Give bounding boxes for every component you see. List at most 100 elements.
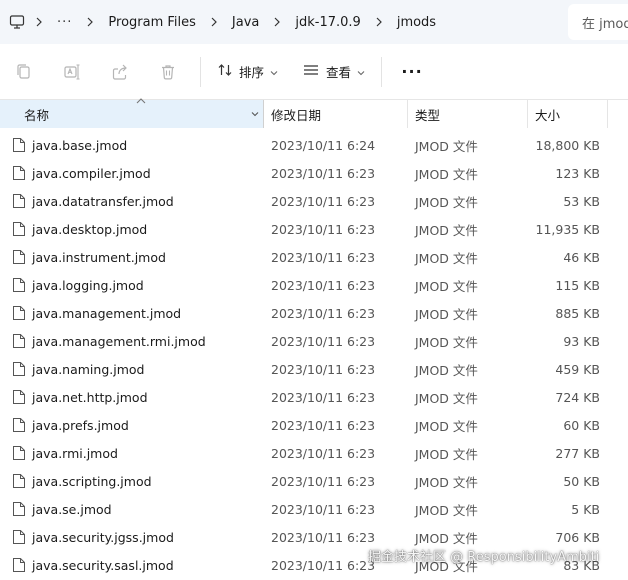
file-row[interactable]: java.se.jmod 2023/10/11 6:23 JMOD 文件 5 KB	[0, 495, 628, 523]
file-type: JMOD 文件	[415, 166, 478, 182]
file-type: JMOD 文件	[415, 446, 478, 462]
file-name-cell[interactable]: java.datatransfer.jmod	[0, 193, 264, 209]
file-icon	[12, 417, 26, 433]
file-row[interactable]: java.rmi.jmod 2023/10/11 6:23 JMOD 文件 277 K…	[0, 439, 628, 467]
file-row[interactable]: java.instrument.jmod 2023/10/11 6:23 JMOD …	[0, 243, 628, 271]
file-date: 2023/10/11 6:23	[271, 165, 376, 181]
file-icon	[12, 249, 26, 265]
file-type: JMOD 文件	[415, 306, 478, 322]
file-name-cell[interactable]: java.security.jgss.jmod	[0, 529, 264, 545]
file-date: 2023/10/11 6:23	[271, 249, 376, 265]
chevron-right-icon[interactable]	[365, 0, 393, 44]
file-icon	[12, 333, 26, 349]
copy-icon[interactable]	[0, 44, 48, 100]
file-row[interactable]: java.scripting.jmod 2023/10/11 6:23 JMOD 文…	[0, 467, 628, 495]
file-icon	[12, 193, 26, 209]
toolbar-divider	[200, 56, 201, 87]
chevron-down-icon	[270, 64, 278, 79]
computer-icon[interactable]	[9, 14, 25, 30]
file-row[interactable]: java.management.rmi.jmod 2023/10/11 6:23 J…	[0, 327, 628, 355]
column-header-date[interactable]: 修改日期	[264, 100, 408, 128]
file-name: java.instrument.jmod	[32, 249, 166, 265]
file-name-cell[interactable]: java.logging.jmod	[0, 277, 264, 293]
file-size: 706 KB	[555, 529, 600, 545]
rename-icon[interactable]	[48, 44, 96, 100]
file-row[interactable]: java.desktop.jmod 2023/10/11 6:23 JMOD 文件 1…	[0, 215, 628, 243]
file-row[interactable]: java.logging.jmod 2023/10/11 6:23 JMOD 文件 1…	[0, 271, 628, 299]
file-row[interactable]: java.datatransfer.jmod 2023/10/11 6:23 JMO…	[0, 187, 628, 215]
file-row[interactable]: java.prefs.jmod 2023/10/11 6:23 JMOD 文件 60 …	[0, 411, 628, 439]
file-type: JMOD 文件	[415, 250, 478, 266]
file-size: 50 KB	[563, 473, 600, 489]
chevron-right-icon[interactable]	[25, 0, 53, 44]
file-name-cell[interactable]: java.desktop.jmod	[0, 221, 264, 237]
file-name: java.naming.jmod	[32, 361, 145, 377]
column-header-type[interactable]: 类型	[408, 100, 528, 128]
more-options-button[interactable]: ···	[390, 56, 434, 88]
file-row[interactable]: java.management.jmod 2023/10/11 6:23 JMOD …	[0, 299, 628, 327]
share-icon[interactable]	[96, 44, 144, 100]
view-button[interactable]: 查看	[294, 56, 373, 88]
file-date: 2023/10/11 6:24	[271, 137, 376, 153]
chevron-right-icon[interactable]	[76, 0, 104, 44]
file-icon	[12, 445, 26, 461]
file-name-cell[interactable]: java.security.sasl.jmod	[0, 557, 264, 573]
file-row[interactable]: java.compiler.jmod 2023/10/11 6:23 JMOD 文件…	[0, 159, 628, 187]
column-header-name[interactable]: 名称	[0, 97, 264, 128]
file-row[interactable]: java.naming.jmod 2023/10/11 6:23 JMOD 文件 45…	[0, 355, 628, 383]
file-size: 93 KB	[563, 333, 600, 349]
delete-icon[interactable]	[144, 44, 192, 100]
file-name: java.prefs.jmod	[32, 417, 129, 433]
file-icon	[12, 361, 26, 377]
view-label: 查看	[326, 65, 352, 80]
file-icon	[12, 473, 26, 489]
column-type-label: 类型	[415, 107, 441, 123]
file-type: JMOD 文件	[415, 194, 478, 210]
file-name-cell[interactable]: java.net.http.jmod	[0, 389, 264, 405]
file-date: 2023/10/11 6:23	[271, 417, 376, 433]
column-date-label: 修改日期	[271, 107, 322, 123]
file-name-cell[interactable]: java.rmi.jmod	[0, 445, 264, 461]
file-name: java.rmi.jmod	[32, 445, 118, 461]
chevron-down-icon[interactable]	[249, 106, 261, 122]
sort-button[interactable]: 排序	[209, 56, 286, 88]
file-row[interactable]: java.base.jmod 2023/10/11 6:24 JMOD 文件 18,8…	[0, 131, 628, 159]
sort-label: 排序	[239, 65, 265, 80]
file-row[interactable]: java.net.http.jmod 2023/10/11 6:23 JMOD 文件…	[0, 383, 628, 411]
file-type: JMOD 文件	[415, 530, 478, 546]
breadcrumb-jmods[interactable]: jmods	[393, 15, 440, 30]
file-name-cell[interactable]: java.instrument.jmod	[0, 249, 264, 265]
file-size: 5 KB	[571, 501, 600, 517]
sort-ascending-icon	[136, 97, 146, 107]
column-size-label: 大小	[535, 107, 561, 123]
breadcrumb-java[interactable]: Java	[228, 15, 263, 30]
breadcrumb-overflow-button[interactable]: ···	[53, 15, 76, 30]
file-date: 2023/10/11 6:23	[271, 389, 376, 405]
file-name-cell[interactable]: java.management.rmi.jmod	[0, 333, 264, 349]
file-name-cell[interactable]: java.naming.jmod	[0, 361, 264, 377]
chevron-right-icon[interactable]	[200, 0, 228, 44]
file-name-cell[interactable]: java.management.jmod	[0, 305, 264, 321]
file-icon	[12, 277, 26, 293]
chevron-right-icon[interactable]	[263, 0, 291, 44]
sort-icon	[217, 62, 233, 81]
file-name-cell[interactable]: java.prefs.jmod	[0, 417, 264, 433]
file-list: java.base.jmod 2023/10/11 6:24 JMOD 文件 18,8…	[0, 131, 628, 579]
file-date: 2023/10/11 6:23	[271, 501, 376, 517]
file-icon	[12, 221, 26, 237]
breadcrumb-program-files[interactable]: Program Files	[104, 15, 200, 30]
file-name-cell[interactable]: java.scripting.jmod	[0, 473, 264, 489]
search-input[interactable]: 在 jmods	[568, 4, 628, 40]
file-icon	[12, 529, 26, 545]
file-name-cell[interactable]: java.compiler.jmod	[0, 165, 264, 181]
file-name: java.management.jmod	[32, 305, 182, 321]
file-size: 60 KB	[563, 417, 600, 433]
file-type: JMOD 文件	[415, 502, 478, 518]
file-name-cell[interactable]: java.base.jmod	[0, 137, 264, 153]
file-name-cell[interactable]: java.se.jmod	[0, 501, 264, 517]
file-icon	[12, 389, 26, 405]
file-name: java.security.sasl.jmod	[32, 557, 174, 573]
file-name: java.se.jmod	[32, 501, 112, 517]
breadcrumb-jdk[interactable]: jdk-17.0.9	[291, 15, 364, 30]
column-header-size[interactable]: 大小	[528, 100, 608, 128]
